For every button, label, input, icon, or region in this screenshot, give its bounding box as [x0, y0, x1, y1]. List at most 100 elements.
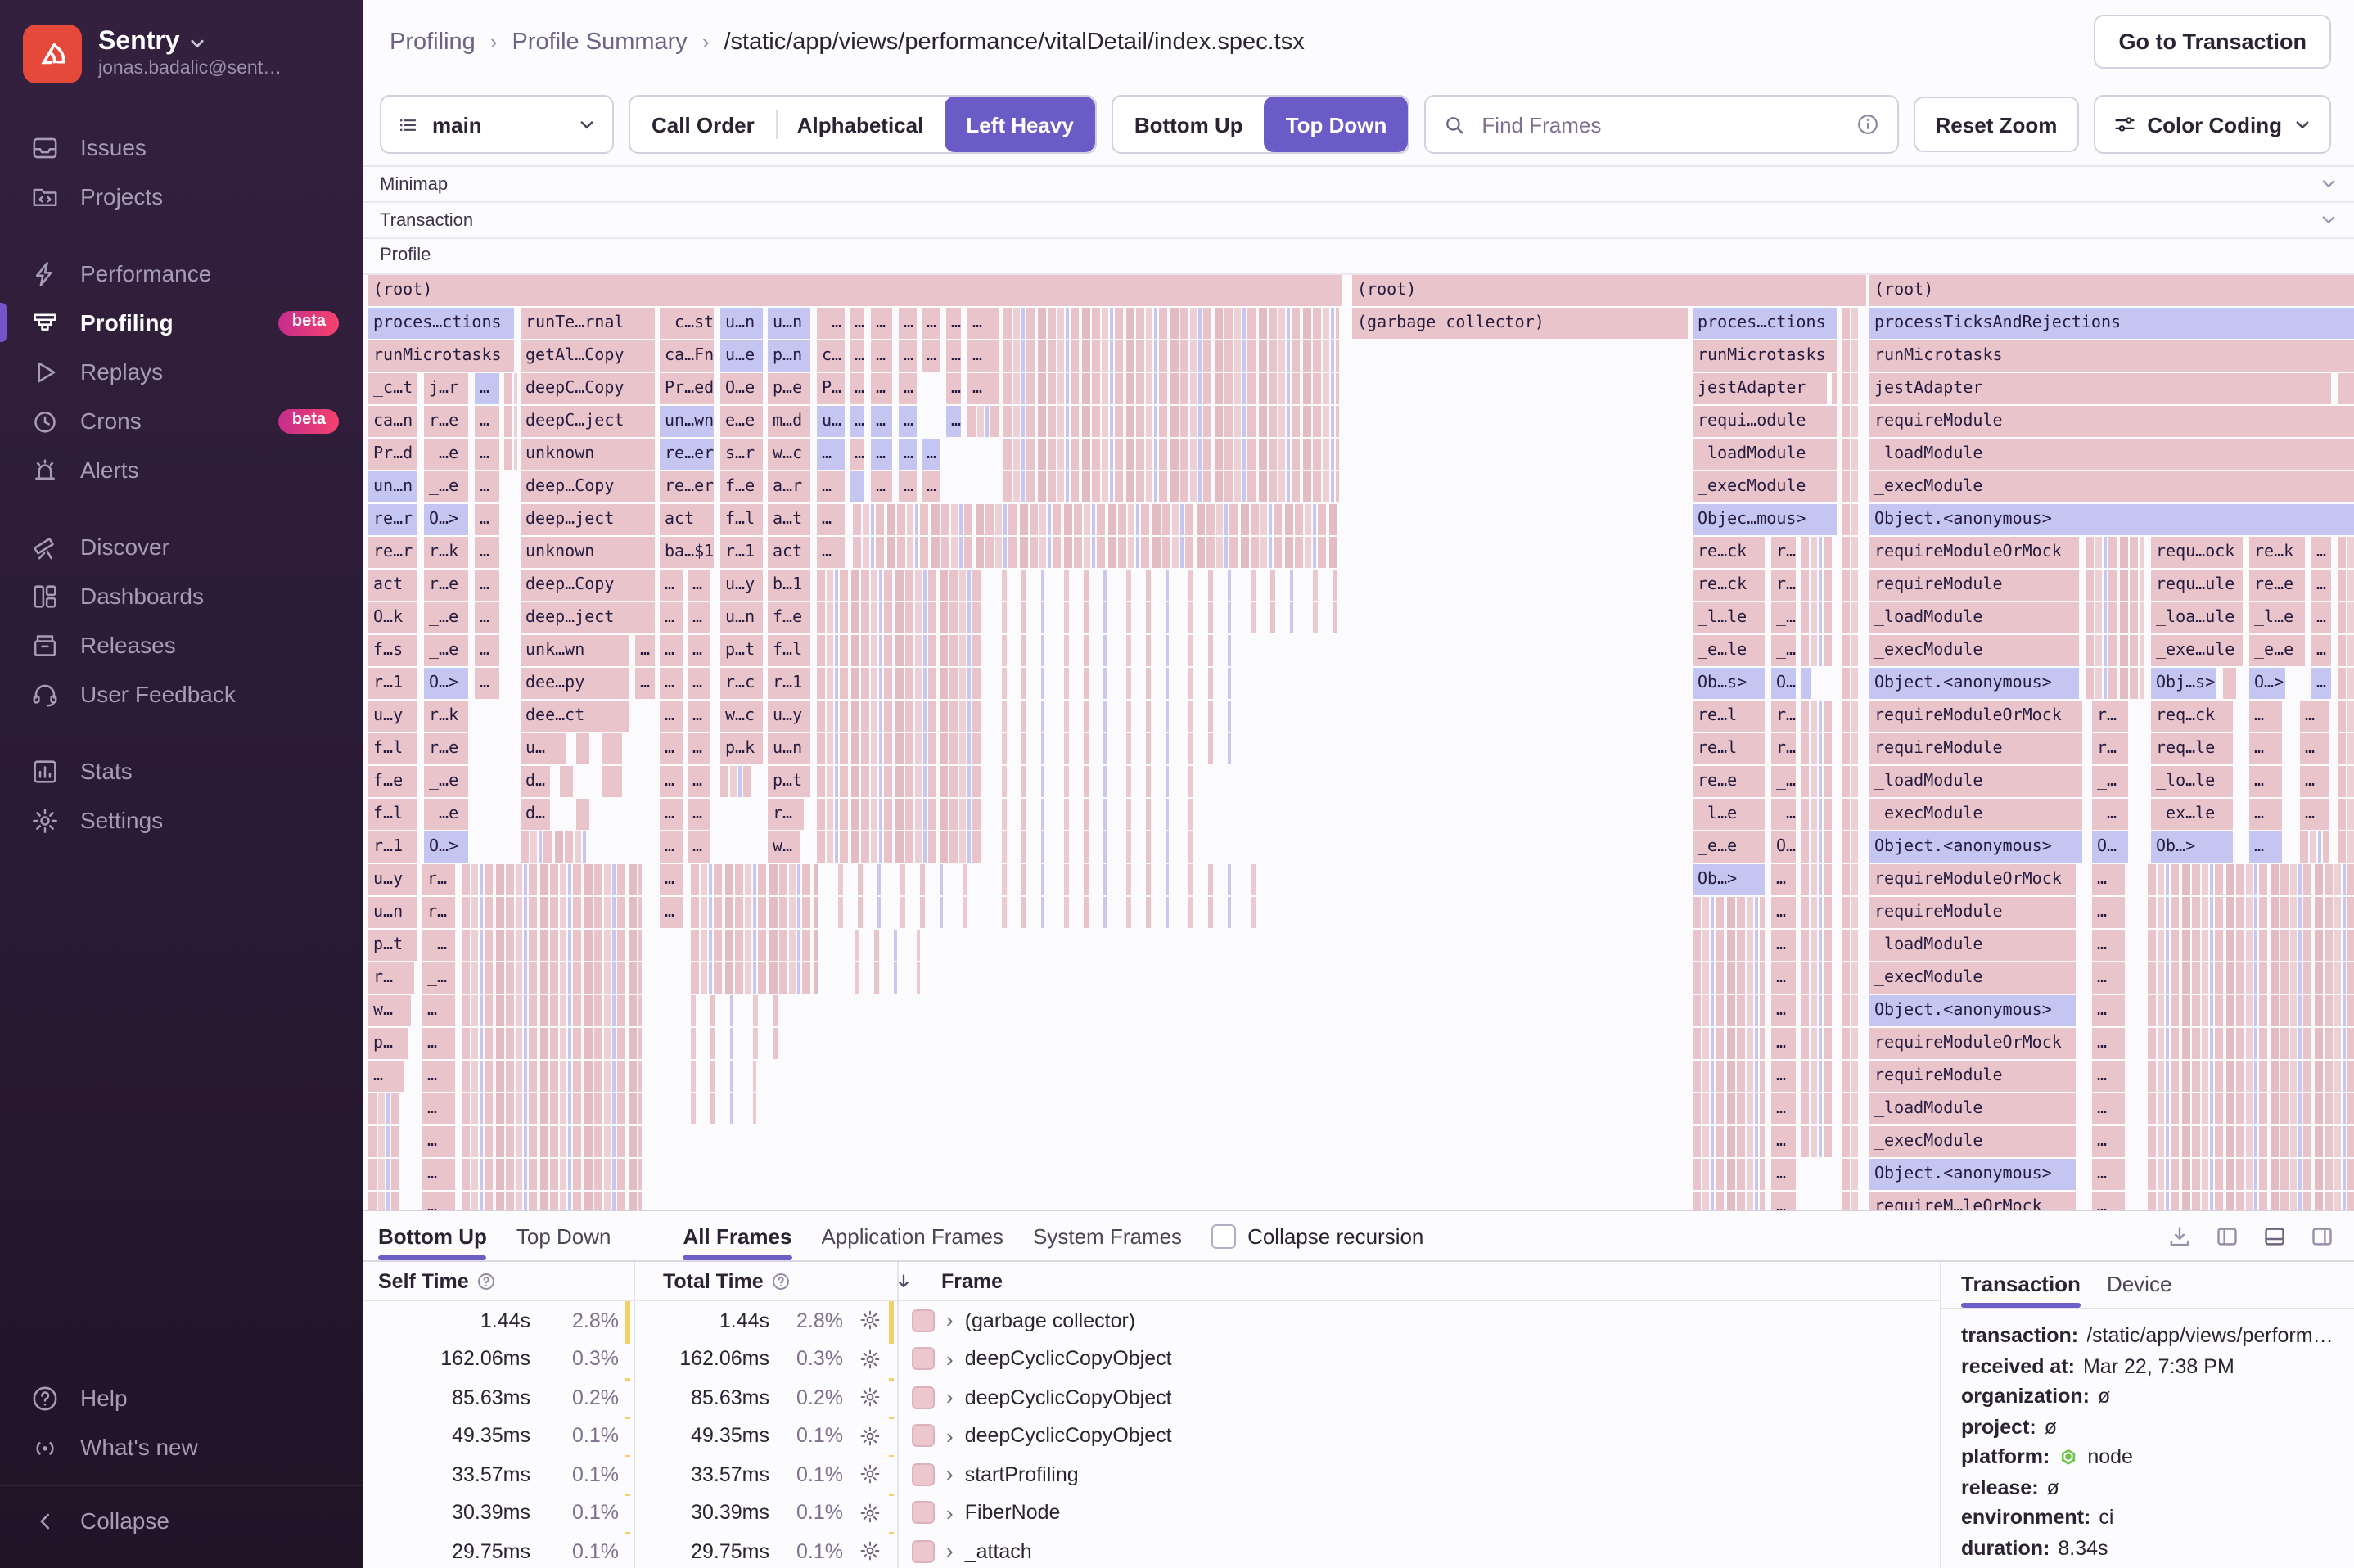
flame-frame[interactable] [1693, 1126, 1765, 1157]
flame-frame[interactable]: f…l [368, 733, 417, 764]
flame-frame[interactable] [1003, 373, 1339, 404]
flame-frame[interactable]: … [1771, 1192, 1796, 1210]
search-input[interactable] [1478, 111, 1843, 139]
flame-frame[interactable] [2148, 1126, 2354, 1157]
flame-frame[interactable]: … [922, 471, 940, 502]
flame-frame[interactable] [1832, 373, 1837, 404]
flame-frame[interactable]: requireModule [1869, 1061, 2076, 1092]
flame-frame[interactable]: … [899, 439, 917, 470]
flame-frame[interactable]: p…t [720, 635, 763, 666]
flame-frame[interactable]: … [475, 602, 499, 633]
flame-frame[interactable] [2338, 537, 2354, 568]
flame-frame[interactable]: f…l [768, 635, 810, 666]
flame-frame[interactable]: _loadModule [1869, 766, 2082, 797]
flame-frame[interactable]: _c…st [660, 308, 714, 339]
thread-selector[interactable]: main [380, 96, 614, 155]
flame-frame[interactable]: … [660, 635, 683, 666]
flame-frame[interactable]: … [967, 373, 999, 404]
flame-frame[interactable]: _… [1771, 635, 1796, 666]
chevron-right-icon[interactable]: › [946, 1310, 954, 1331]
flame-frame[interactable]: … [688, 831, 710, 863]
color-coding-dropdown[interactable]: Color Coding [2093, 96, 2331, 155]
flame-frame[interactable]: _e…e [2249, 635, 2305, 666]
flame-frame[interactable]: Object.<anonymous> [1869, 995, 2076, 1026]
tab-application-frames[interactable]: Application Frames [821, 1211, 1003, 1260]
flame-frame[interactable]: … [967, 340, 999, 372]
flame-frame[interactable]: act [768, 537, 810, 568]
flame-frame[interactable] [691, 962, 818, 994]
sort-left-heavy[interactable]: Left Heavy [945, 97, 1095, 153]
flame-frame[interactable]: … [2249, 733, 2282, 764]
flame-frame[interactable]: … [660, 897, 683, 928]
flame-frame[interactable]: u…n [720, 602, 763, 633]
flame-frame[interactable]: c… [817, 340, 845, 372]
flame-frame[interactable]: _loadModule [1869, 1093, 2076, 1124]
download-icon[interactable] [2167, 1223, 2192, 1248]
go-to-transaction-button[interactable]: Go to Transaction [2094, 16, 2331, 70]
flame-frame[interactable]: r…c [720, 668, 763, 699]
flame-frame[interactable]: deep…Copy [521, 570, 655, 601]
flame-frame[interactable]: O…> [424, 504, 468, 535]
flame-frame[interactable]: r…1 [368, 668, 417, 699]
flame-frame[interactable]: u…y [720, 570, 763, 601]
flame-frame[interactable]: _e…e [1693, 831, 1765, 863]
flame-frame[interactable]: Ob…> [1693, 864, 1765, 895]
frame-header[interactable]: Frame [927, 1269, 1003, 1292]
flame-frame[interactable]: _loadModule [1869, 930, 2076, 961]
flame-frame[interactable]: p… [368, 1028, 408, 1059]
flame-frame[interactable]: requireModule [1869, 406, 2354, 437]
flame-frame[interactable]: … [871, 340, 892, 372]
flame-frame[interactable]: u…n [768, 733, 810, 764]
flame-frame[interactable]: … [2249, 701, 2282, 732]
flame-frame[interactable]: … [368, 1061, 404, 1092]
flame-frame[interactable]: … [899, 340, 917, 372]
flame-frame[interactable]: re…er [660, 471, 714, 502]
table-row[interactable]: 85.63ms0.2%85.63ms0.2%›deepCyclicCopyObj… [363, 1378, 1940, 1417]
flame-frame[interactable]: re…er [660, 439, 714, 470]
flame-frame[interactable]: u…y [768, 701, 810, 732]
flame-frame[interactable]: re…r [368, 504, 417, 535]
flame-frame[interactable]: processTicksAndRejections [1869, 308, 2354, 339]
flame-frame[interactable] [1842, 1192, 1860, 1210]
flame-frame[interactable]: r… [368, 962, 414, 994]
flame-frame[interactable] [1002, 766, 1198, 797]
flame-frame[interactable]: u…n [720, 308, 763, 339]
direction-bottom-up[interactable]: Bottom Up [1113, 97, 1265, 153]
flame-frame[interactable]: … [899, 406, 917, 437]
flame-frame[interactable]: … [2311, 602, 2331, 633]
flame-frame[interactable] [462, 1093, 642, 1124]
flame-frame[interactable]: … [850, 439, 864, 470]
flame-frame[interactable] [1801, 864, 1833, 895]
flame-frame[interactable]: j…r [424, 373, 468, 404]
flame-frame[interactable]: proces…ctions [368, 308, 514, 339]
breadcrumb-profiling[interactable]: Profiling [390, 29, 476, 56]
flame-frame[interactable]: u…n [768, 308, 810, 339]
tab-all-frames[interactable]: All Frames [683, 1211, 792, 1260]
flame-frame[interactable]: _…e [424, 799, 468, 830]
flame-frame[interactable] [1801, 1126, 1833, 1157]
flame-frame[interactable] [1801, 930, 1833, 961]
flame-frame[interactable]: _… [1771, 602, 1796, 633]
flame-frame[interactable]: r…1 [768, 668, 810, 699]
flame-frame[interactable]: … [850, 340, 864, 372]
flame-frame[interactable]: … [1771, 930, 1796, 961]
flame-frame[interactable]: … [2092, 864, 2125, 895]
flame-frame[interactable] [368, 1159, 401, 1190]
flame-frame[interactable] [462, 1028, 642, 1059]
flame-frame[interactable] [1002, 897, 1264, 928]
flame-frame[interactable] [2148, 1028, 2354, 1059]
flame-frame[interactable]: … [2311, 635, 2331, 666]
flame-frame[interactable]: runMicrotasks [368, 340, 514, 372]
org-switcher[interactable]: Sentry jonas.badalic@sent… [0, 0, 363, 100]
flame-frame[interactable] [1842, 897, 1860, 928]
sidebar-item-whats-new[interactable]: What's new [0, 1422, 363, 1471]
flame-frame[interactable]: _execModule [1693, 471, 1837, 502]
flame-frame[interactable]: … [871, 471, 892, 502]
flame-frame[interactable] [1842, 864, 1860, 895]
flame-frame[interactable]: f…s [368, 635, 417, 666]
flame-frame[interactable]: r…k [424, 537, 468, 568]
flame-frame[interactable]: un…n [368, 471, 417, 502]
flame-frame[interactable]: _execModule [1869, 471, 2354, 502]
flame-frame[interactable]: _… [422, 930, 455, 961]
flame-frame[interactable]: w…c [720, 701, 763, 732]
